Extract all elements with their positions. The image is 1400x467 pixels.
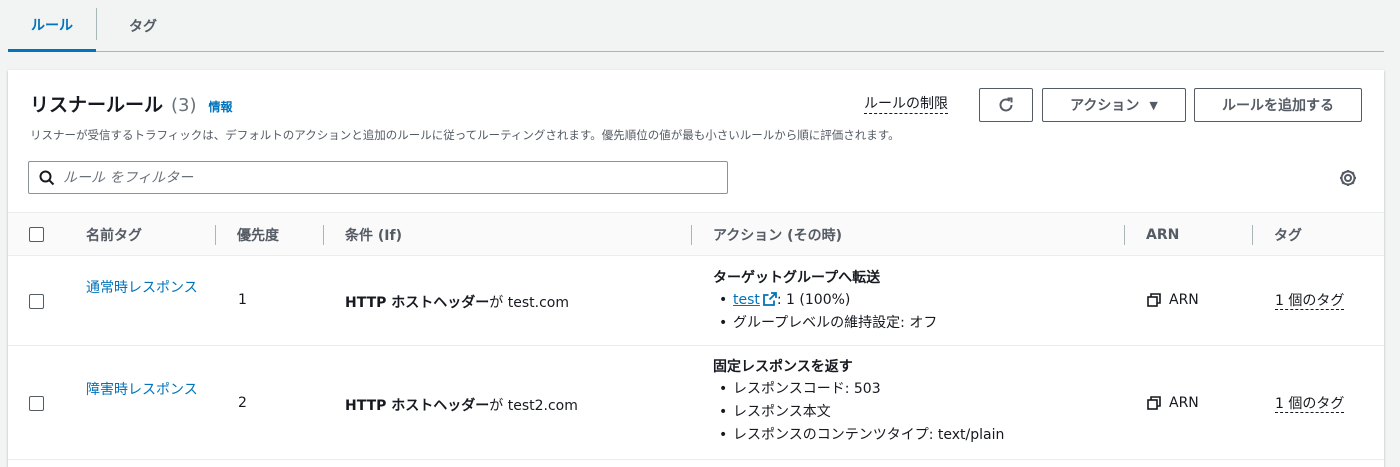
tab-tags[interactable]: タグ [98,0,188,52]
col-condition[interactable]: 条件 (If) [345,213,402,257]
arn-label: ARN [1169,395,1199,411]
rule-priority: 1 [238,292,247,308]
list-item: グループレベルの維持設定: オフ [713,312,937,335]
rule-condition: HTTP ホストヘッダーが test.com [345,292,569,312]
rule-count: (3) [171,95,197,116]
panel-header: リスナールール (3) 情報 [30,90,233,117]
column-divider[interactable] [1124,225,1125,245]
col-tags[interactable]: タグ [1274,213,1302,257]
search-icon [39,170,55,185]
select-all-checkbox[interactable] [29,227,44,242]
add-rule-button[interactable]: ルールを追加する [1194,88,1362,122]
target-weight: : 1 (100%) [776,292,851,308]
row-checkbox[interactable] [29,294,44,309]
filter-rules-input[interactable] [63,169,703,186]
table-header: 名前タグ 優先度 条件 (If) アクション (その時) ARN タグ [8,212,1384,256]
col-arn[interactable]: ARN [1146,213,1179,257]
panel-description: リスナーが受信するトラフィックは、デフォルトのアクションと追加のルールに従ってル… [30,128,900,142]
tab-rules[interactable]: ルール [8,0,96,52]
condition-value: が test2.com [489,398,578,414]
table-row: 障害時レスポンス 2 HTTP ホストヘッダーが test2.com 固定レスポ… [8,346,1384,460]
tab-divider [96,8,97,40]
refresh-icon [999,97,1013,112]
caret-down-icon: ▼ [1149,98,1158,112]
rule-condition: HTTP ホストヘッダーが test2.com [345,395,578,415]
column-divider[interactable] [215,225,216,245]
list-item: レスポンス本文 [713,401,1004,424]
actions-dropdown-button[interactable]: アクション ▼ [1042,88,1186,122]
condition-value: が test.com [489,295,569,311]
tab-bar: ルール タグ [8,0,1384,52]
condition-type: HTTP ホストヘッダー [345,295,490,311]
rule-action: ターゲットグループへ転送 test : 1 (100%) グループレベルの維持設定… [713,267,937,335]
list-item: レスポンスコード: 503 [713,378,1004,401]
action-title: 固定レスポンスを返す [713,359,853,375]
actions-button-label: アクション [1070,98,1140,114]
rule-action: 固定レスポンスを返す レスポンスコード: 503 レスポンス本文 レスポンスのコ… [713,356,1004,447]
arn-label: ARN [1169,292,1199,308]
rules-table: 名前タグ 優先度 条件 (If) アクション (その時) ARN タグ 通常時レ… [8,212,1384,460]
action-details: レスポンスコード: 503 レスポンス本文 レスポンスのコンテンツタイプ: te… [713,378,1004,447]
col-action[interactable]: アクション (その時) [713,213,842,257]
tags-popover-link[interactable]: 1 個のタグ [1275,396,1345,413]
listener-rules-panel: リスナールール (3) 情報 リスナーが受信するトラフィックは、デフォルトのアク… [8,70,1384,467]
tags-popover-link[interactable]: 1 個のタグ [1275,293,1345,310]
list-item: test : 1 (100%) [713,289,937,312]
column-divider[interactable] [691,225,692,245]
action-details: test : 1 (100%) グループレベルの維持設定: オフ [713,289,937,335]
arn-copy[interactable]: ARN [1147,292,1199,308]
rule-name-link[interactable]: 通常時レスポンス [86,276,206,300]
col-priority[interactable]: 優先度 [237,213,279,257]
table-row: 通常時レスポンス 1 HTTP ホストヘッダーが test.com ターゲットグ… [8,256,1384,346]
condition-type: HTTP ホストヘッダー [345,398,490,414]
copy-icon[interactable] [1147,396,1161,410]
target-group-link[interactable]: test [733,292,760,308]
list-item: レスポンスのコンテンツタイプ: text/plain [713,424,1004,447]
refresh-button[interactable] [979,88,1033,122]
rule-priority: 2 [238,395,247,411]
rule-name-link[interactable]: 障害時レスポンス [86,378,206,402]
filter-search-box [28,161,728,194]
row-checkbox[interactable] [29,396,44,411]
action-title: ターゲットグループへ転送 [713,270,881,286]
info-link[interactable]: 情報 [209,98,233,115]
col-name-tag[interactable]: 名前タグ [86,213,142,257]
panel-title: リスナールール [30,94,164,116]
arn-copy[interactable]: ARN [1147,395,1199,411]
rule-tags: 1 個のタグ [1275,292,1345,310]
rule-tags: 1 個のタグ [1275,395,1345,413]
gear-icon[interactable] [1338,168,1358,188]
external-link-icon[interactable] [762,292,777,306]
copy-icon[interactable] [1147,293,1161,307]
rule-limits-link[interactable]: ルールの制限 [864,95,948,114]
column-divider[interactable] [1252,225,1253,245]
column-divider[interactable] [323,225,324,245]
